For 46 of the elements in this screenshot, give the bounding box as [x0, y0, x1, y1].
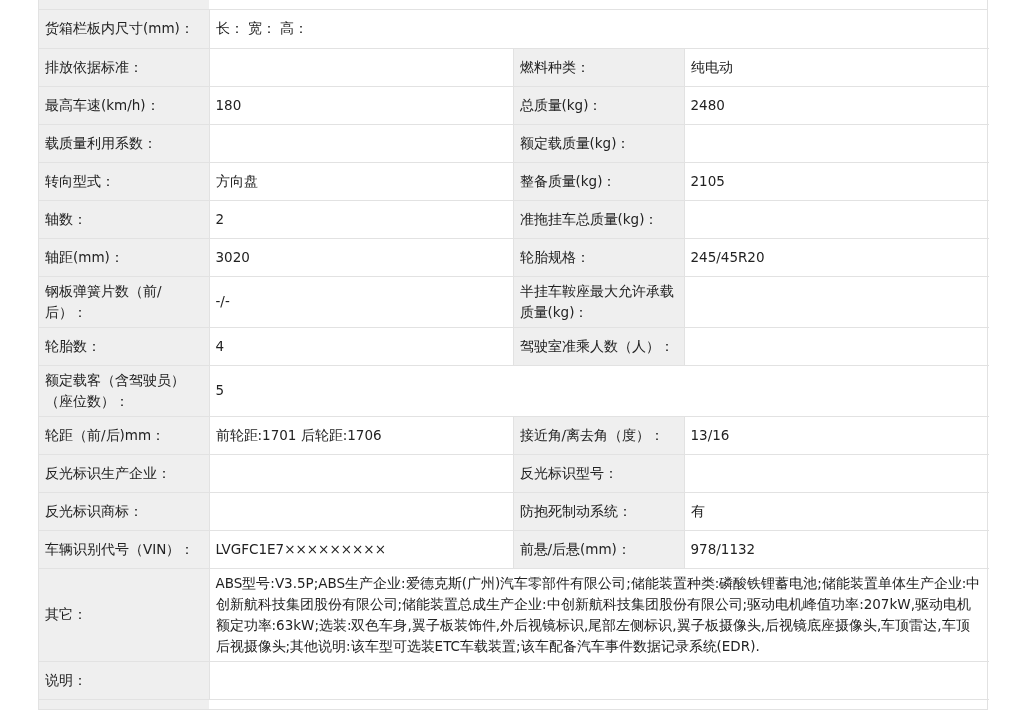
field-label: 额定载客（含驾驶员）（座位数）：: [45, 371, 185, 409]
field-label: 钢板弹簧片数（前/后）：: [45, 282, 162, 320]
field-value: 2480: [690, 96, 725, 113]
field-label: 其它：: [45, 606, 87, 622]
field-label: 防抱死制动系统：: [519, 502, 632, 519]
field-label: 载质量利用系数：: [45, 134, 157, 151]
field-label: 转向型式：: [45, 172, 115, 189]
field-value: 前轮距:1701 后轮距:1706: [215, 426, 382, 443]
field-value: -/-: [215, 293, 230, 309]
field-value: 3020: [215, 248, 250, 265]
field-label: 说明：: [45, 671, 87, 688]
field-label: 接近角/离去角（度）：: [519, 426, 665, 443]
field-label: 驾驶室准乘人数（人）：: [519, 337, 674, 354]
field-value: 4: [215, 337, 225, 354]
field-value: 2105: [690, 172, 725, 189]
field-label: 最高车速(km/h)：: [45, 96, 160, 113]
field-value: 180: [215, 96, 242, 113]
field-label: 轮距（前/后)mm：: [45, 426, 166, 443]
field-label: 额定载质量(kg)：: [519, 134, 631, 151]
field-label: 轮胎数：: [45, 337, 101, 354]
field-value: ABS型号:V3.5P;ABS生产企业:爱德克斯(广州)汽车零部件有限公司;储能装置种类:磷酸铁锂蓄电池;储能装置单体生产企业:中创新航科技集团股份有限公司;储能装置总成生产企业:中创新航科技集团股份有限公司;驱动电机峰值功率:207kW,驱动电机额定功率:63kW;选装:双色车身,翼子板装饰件,外后视镜标识,尾部左侧标识,翼子板摄像头,后视镜底座摄像头,车顶雷达,车顶后视摄像头;其他说明:该车型可选装ETC车载装置;该车配备汽车事件数据记录系统(EDR).: [215, 574, 981, 654]
field-value: 纯电动: [690, 58, 733, 75]
field-label: 轴数：: [45, 210, 87, 227]
field-label: 反光标识生产企业：: [45, 464, 171, 481]
field-label: 反光标识型号：: [519, 464, 618, 481]
field-label: 准拖挂车总质量(kg)：: [519, 210, 659, 227]
field-value: 方向盘: [215, 172, 258, 189]
field-value: 5: [215, 382, 225, 398]
field-label: 燃料种类：: [519, 58, 590, 75]
field-label: 轴距(mm)：: [45, 248, 124, 265]
field-value: LVGFC1E7×××××××××: [215, 540, 386, 557]
field-label: 整备质量(kg)：: [519, 172, 617, 189]
field-label: 轮胎规格：: [519, 248, 590, 265]
field-value: 2: [215, 210, 225, 227]
field-value: 长： 宽： 高：: [215, 20, 309, 37]
field-label: 反光标识商标：: [45, 502, 143, 519]
field-value: 有: [690, 502, 705, 519]
field-value: 978/1132: [690, 540, 756, 557]
field-value: 245/45R20: [690, 248, 765, 265]
field-label: 车辆识别代号（VIN）：: [45, 540, 195, 557]
field-label: 总质量(kg)：: [519, 96, 603, 113]
field-label: 货箱栏板内尺寸(mm)：: [45, 20, 194, 37]
field-label: 前悬/后悬(mm)：: [519, 540, 631, 557]
field-label: 排放依据标准：: [45, 58, 143, 75]
field-value: 13/16: [690, 426, 730, 443]
field-label: 半挂车鞍座最大允许承载质量(kg)：: [519, 282, 674, 320]
